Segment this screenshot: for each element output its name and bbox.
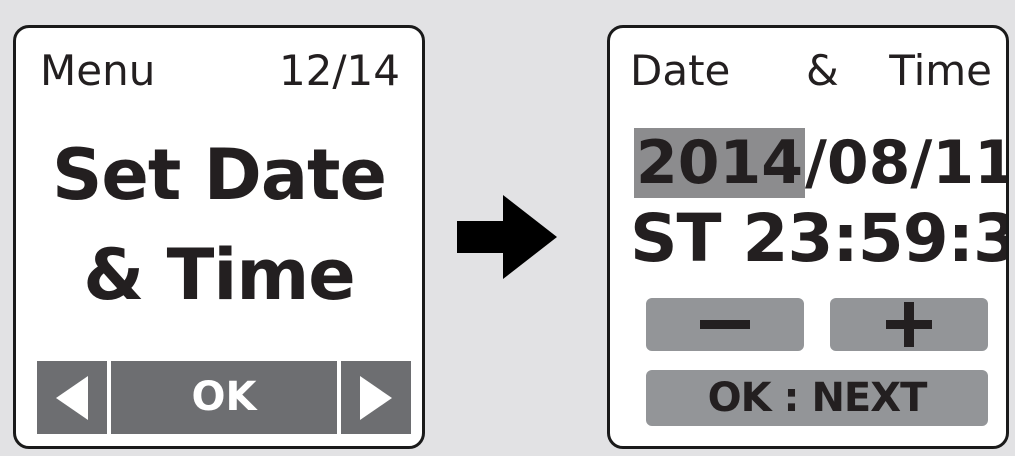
minus-icon [700, 320, 750, 329]
increment-button[interactable] [830, 298, 988, 351]
menu-header-label: Menu [40, 46, 156, 95]
header-ampersand: & [806, 46, 839, 95]
menu-item-title-line-2: & Time [83, 234, 356, 316]
previous-button[interactable] [37, 361, 107, 434]
menu-screen: Menu 12/14 Set Date & Time OK [13, 25, 425, 449]
year-field-selected[interactable]: 2014 [634, 128, 805, 198]
ok-next-button[interactable]: OK : NEXT [646, 370, 988, 426]
ok-button-label: OK [191, 374, 257, 420]
triangle-right-icon [360, 375, 392, 420]
menu-item-title-line-1: Set Date [51, 134, 387, 216]
date-time-screen: Date & Time 2014/08/11 ST 23:59:35 OK : … [607, 25, 1009, 449]
header-time-label: Time [889, 46, 992, 95]
decrement-button[interactable] [646, 298, 804, 351]
next-button[interactable] [341, 361, 411, 434]
ok-button[interactable]: OK [111, 361, 337, 434]
arrow-right-icon [457, 195, 557, 279]
triangle-left-icon [56, 375, 88, 420]
month-day-field: /08/11 [805, 128, 1009, 198]
ok-next-label: OK : NEXT [707, 375, 928, 421]
date-display: 2014/08/11 [634, 128, 1006, 198]
header-date-label: Date [630, 46, 731, 95]
time-display: ST 23:59:35 [630, 200, 1006, 277]
menu-page-indicator: 12/14 [278, 46, 400, 95]
